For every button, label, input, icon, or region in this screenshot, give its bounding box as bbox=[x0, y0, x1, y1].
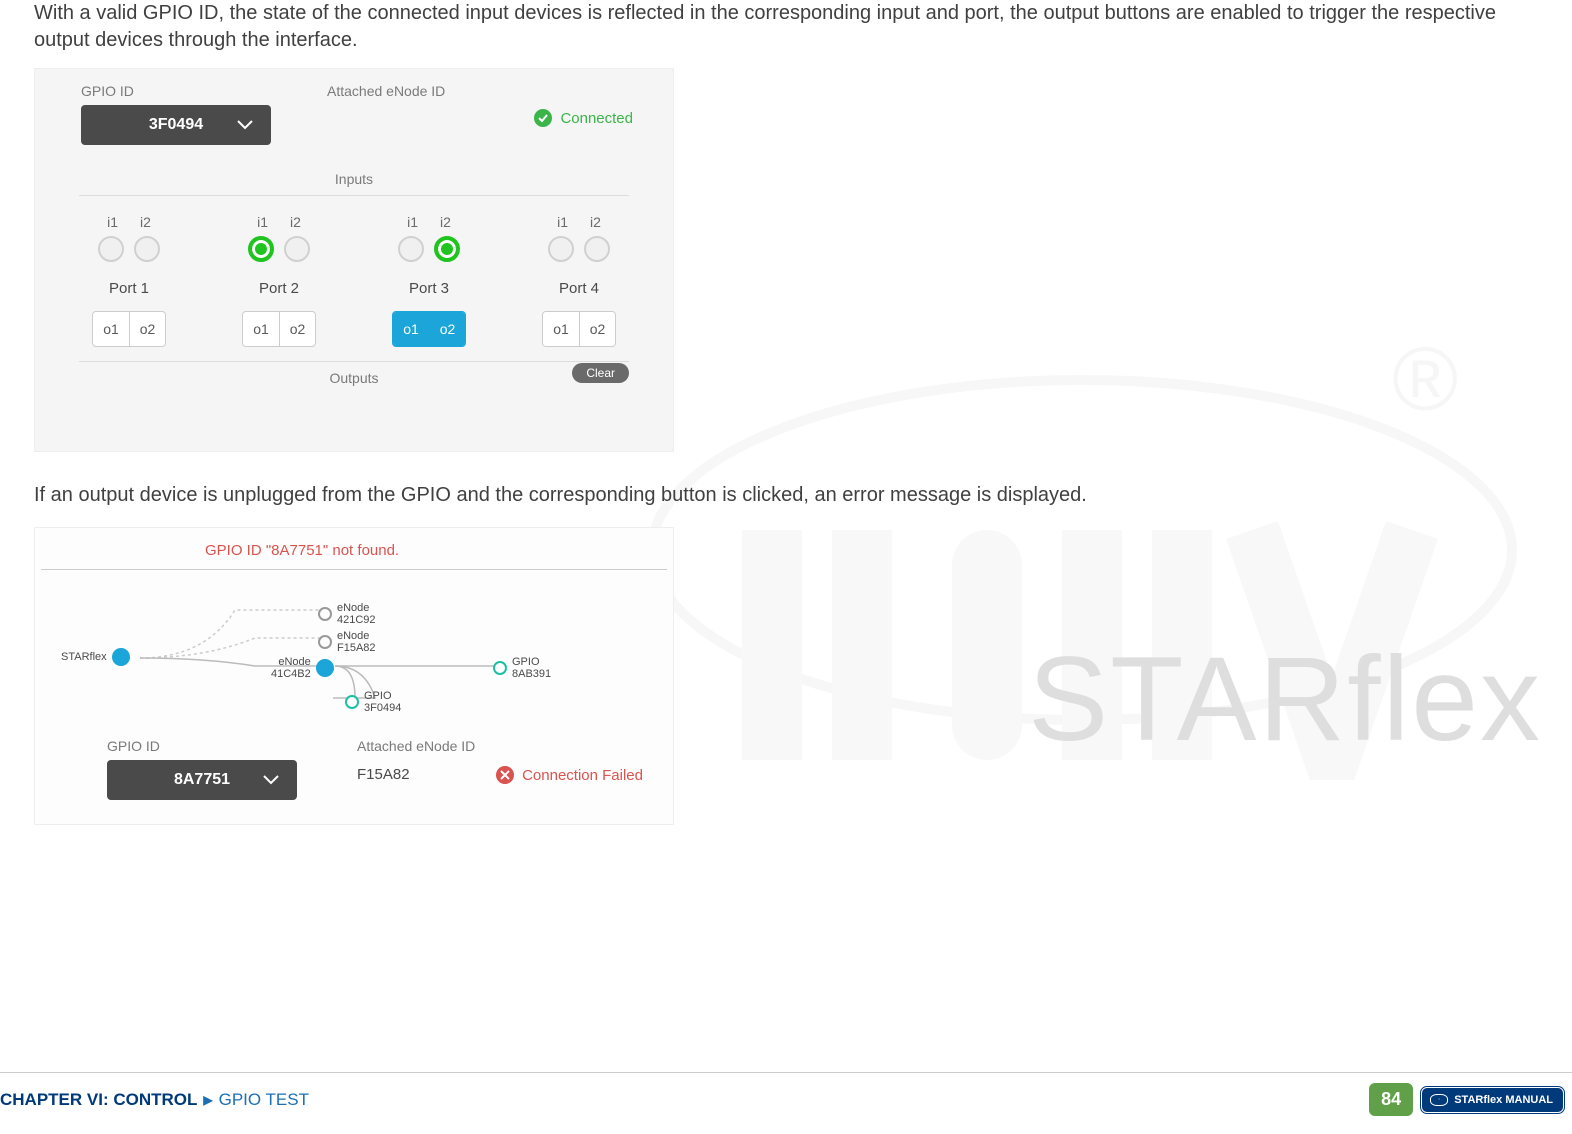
connection-status-text-2: Connection Failed bbox=[522, 767, 643, 784]
input-header-i2: i2 bbox=[140, 214, 151, 230]
x-icon bbox=[496, 766, 514, 784]
gpio-panel-error: GPIO ID "8A7751" not found. STARflex eNo… bbox=[34, 527, 674, 825]
input-indicator bbox=[548, 236, 574, 262]
manual-label: STARflex MANUAL bbox=[1454, 1094, 1553, 1106]
output-o1: o1 bbox=[543, 312, 579, 346]
gpio-panel-connected: GPIO ID 3F0494 Attached eNode ID Connect… bbox=[34, 68, 674, 452]
topo-enode-2: eNodeF15A82 bbox=[318, 630, 376, 654]
page-number-badge: 84 bbox=[1369, 1083, 1413, 1116]
port-label: Port 4 bbox=[559, 280, 599, 297]
attached-enode-value: F15A82 bbox=[357, 766, 475, 783]
output-o2: o2 bbox=[129, 312, 165, 346]
topology-diagram: STARflex eNode421C92 eNodeF15A82 eNode41… bbox=[55, 580, 653, 730]
error-message: GPIO ID "8A7751" not found. bbox=[35, 528, 673, 569]
gpio-id-label-2: GPIO ID bbox=[107, 738, 297, 754]
input-indicator bbox=[284, 236, 310, 262]
topo-gpio-2: GPIO3F0494 bbox=[345, 690, 401, 714]
port-label: Port 3 bbox=[409, 280, 449, 297]
output-o2: o2 bbox=[279, 312, 315, 346]
page-footer: CHAPTER VI: CONTROL ▶ GPIO TEST 84 · STA… bbox=[0, 1072, 1572, 1116]
output-o2: o2 bbox=[579, 312, 615, 346]
topo-root-node: STARflex bbox=[61, 648, 130, 666]
divider bbox=[41, 569, 667, 570]
output-o1: o1 bbox=[93, 312, 129, 346]
node-id: 421C92 bbox=[337, 614, 376, 626]
node-id: 8AB391 bbox=[512, 668, 551, 680]
input-header-i1: i1 bbox=[107, 214, 118, 230]
output-o1: o1 bbox=[243, 312, 279, 346]
chevron-down-icon bbox=[237, 120, 253, 130]
input-indicator-on bbox=[434, 236, 460, 262]
input-indicator bbox=[398, 236, 424, 262]
input-header-i1: i1 bbox=[407, 214, 418, 230]
node-type: eNode bbox=[278, 656, 310, 668]
input-header-i1: i1 bbox=[557, 214, 568, 230]
chapter-label: CHAPTER VI: CONTROL bbox=[0, 1090, 197, 1110]
input-header-i2: i2 bbox=[290, 214, 301, 230]
input-header-i2: i2 bbox=[440, 214, 451, 230]
logo-icon: · bbox=[1430, 1094, 1448, 1106]
node-dot-icon bbox=[316, 659, 334, 677]
input-indicator-on bbox=[248, 236, 274, 262]
intro-paragraph: With a valid GPIO ID, the state of the c… bbox=[34, 0, 1538, 54]
node-dot-icon bbox=[345, 695, 359, 709]
node-dot-icon bbox=[493, 661, 507, 675]
chevron-down-icon bbox=[263, 775, 279, 785]
input-indicator bbox=[584, 236, 610, 262]
input-header-i1: i1 bbox=[257, 214, 268, 230]
node-dot-icon bbox=[318, 635, 332, 649]
topo-gpio-1: GPIO8AB391 bbox=[493, 656, 551, 680]
mid-paragraph: If an output device is unplugged from th… bbox=[34, 482, 1538, 509]
node-type: GPIO bbox=[512, 656, 540, 668]
inputs-section-label: Inputs bbox=[79, 171, 629, 187]
attached-enode-label: Attached eNode ID bbox=[327, 83, 445, 99]
gpio-id-label: GPIO ID bbox=[81, 83, 271, 99]
topo-root-label: STARflex bbox=[61, 651, 107, 663]
gpio-id-value: 3F0494 bbox=[149, 116, 203, 134]
output-toggle-port4[interactable]: o1o2 bbox=[542, 311, 616, 347]
port-column-3: i1 i2 Port 3 o1o2 bbox=[379, 214, 479, 347]
port-column-1: i1 i2 Port 1 o1o2 bbox=[79, 214, 179, 347]
input-header-i2: i2 bbox=[590, 214, 601, 230]
connection-status: Connected bbox=[534, 109, 633, 127]
output-toggle-port2[interactable]: o1o2 bbox=[242, 311, 316, 347]
section-label: GPIO TEST bbox=[219, 1090, 309, 1110]
check-icon bbox=[534, 109, 552, 127]
node-type: eNode bbox=[337, 630, 369, 642]
manual-badge: · STARflex MANUAL bbox=[1421, 1087, 1564, 1113]
port-column-4: i1 i2 Port 4 o1o2 bbox=[529, 214, 629, 347]
output-toggle-port3[interactable]: o1o2 bbox=[392, 311, 466, 347]
node-type: eNode bbox=[337, 602, 369, 614]
gpio-id-value-2: 8A7751 bbox=[174, 771, 230, 789]
triangle-right-icon: ▶ bbox=[203, 1093, 212, 1107]
outputs-section-label: Outputs bbox=[79, 370, 629, 386]
port-column-2: i1 i2 Port 2 o1o2 bbox=[229, 214, 329, 347]
clear-button[interactable]: Clear bbox=[572, 363, 629, 383]
connection-status-text: Connected bbox=[560, 110, 633, 127]
port-label: Port 1 bbox=[109, 280, 149, 297]
node-dot-icon bbox=[112, 648, 130, 666]
node-id: 41C4B2 bbox=[271, 668, 311, 680]
input-indicator bbox=[134, 236, 160, 262]
output-toggle-port1[interactable]: o1o2 bbox=[92, 311, 166, 347]
node-id: F15A82 bbox=[337, 642, 376, 654]
connection-status-failed: Connection Failed bbox=[496, 766, 643, 784]
gpio-id-select-2[interactable]: 8A7751 bbox=[107, 760, 297, 800]
node-dot-icon bbox=[318, 607, 332, 621]
breadcrumb: CHAPTER VI: CONTROL ▶ GPIO TEST bbox=[0, 1090, 309, 1110]
port-label: Port 2 bbox=[259, 280, 299, 297]
topo-enode-3: eNode41C4B2 bbox=[271, 656, 334, 680]
attached-enode-label-2: Attached eNode ID bbox=[357, 738, 475, 754]
topo-enode-1: eNode421C92 bbox=[318, 602, 376, 626]
divider bbox=[79, 361, 629, 362]
node-type: GPIO bbox=[364, 690, 392, 702]
gpio-id-select[interactable]: 3F0494 bbox=[81, 105, 271, 145]
output-o2: o2 bbox=[429, 312, 465, 346]
input-indicator bbox=[98, 236, 124, 262]
output-o1: o1 bbox=[393, 312, 429, 346]
node-id: 3F0494 bbox=[364, 702, 401, 714]
